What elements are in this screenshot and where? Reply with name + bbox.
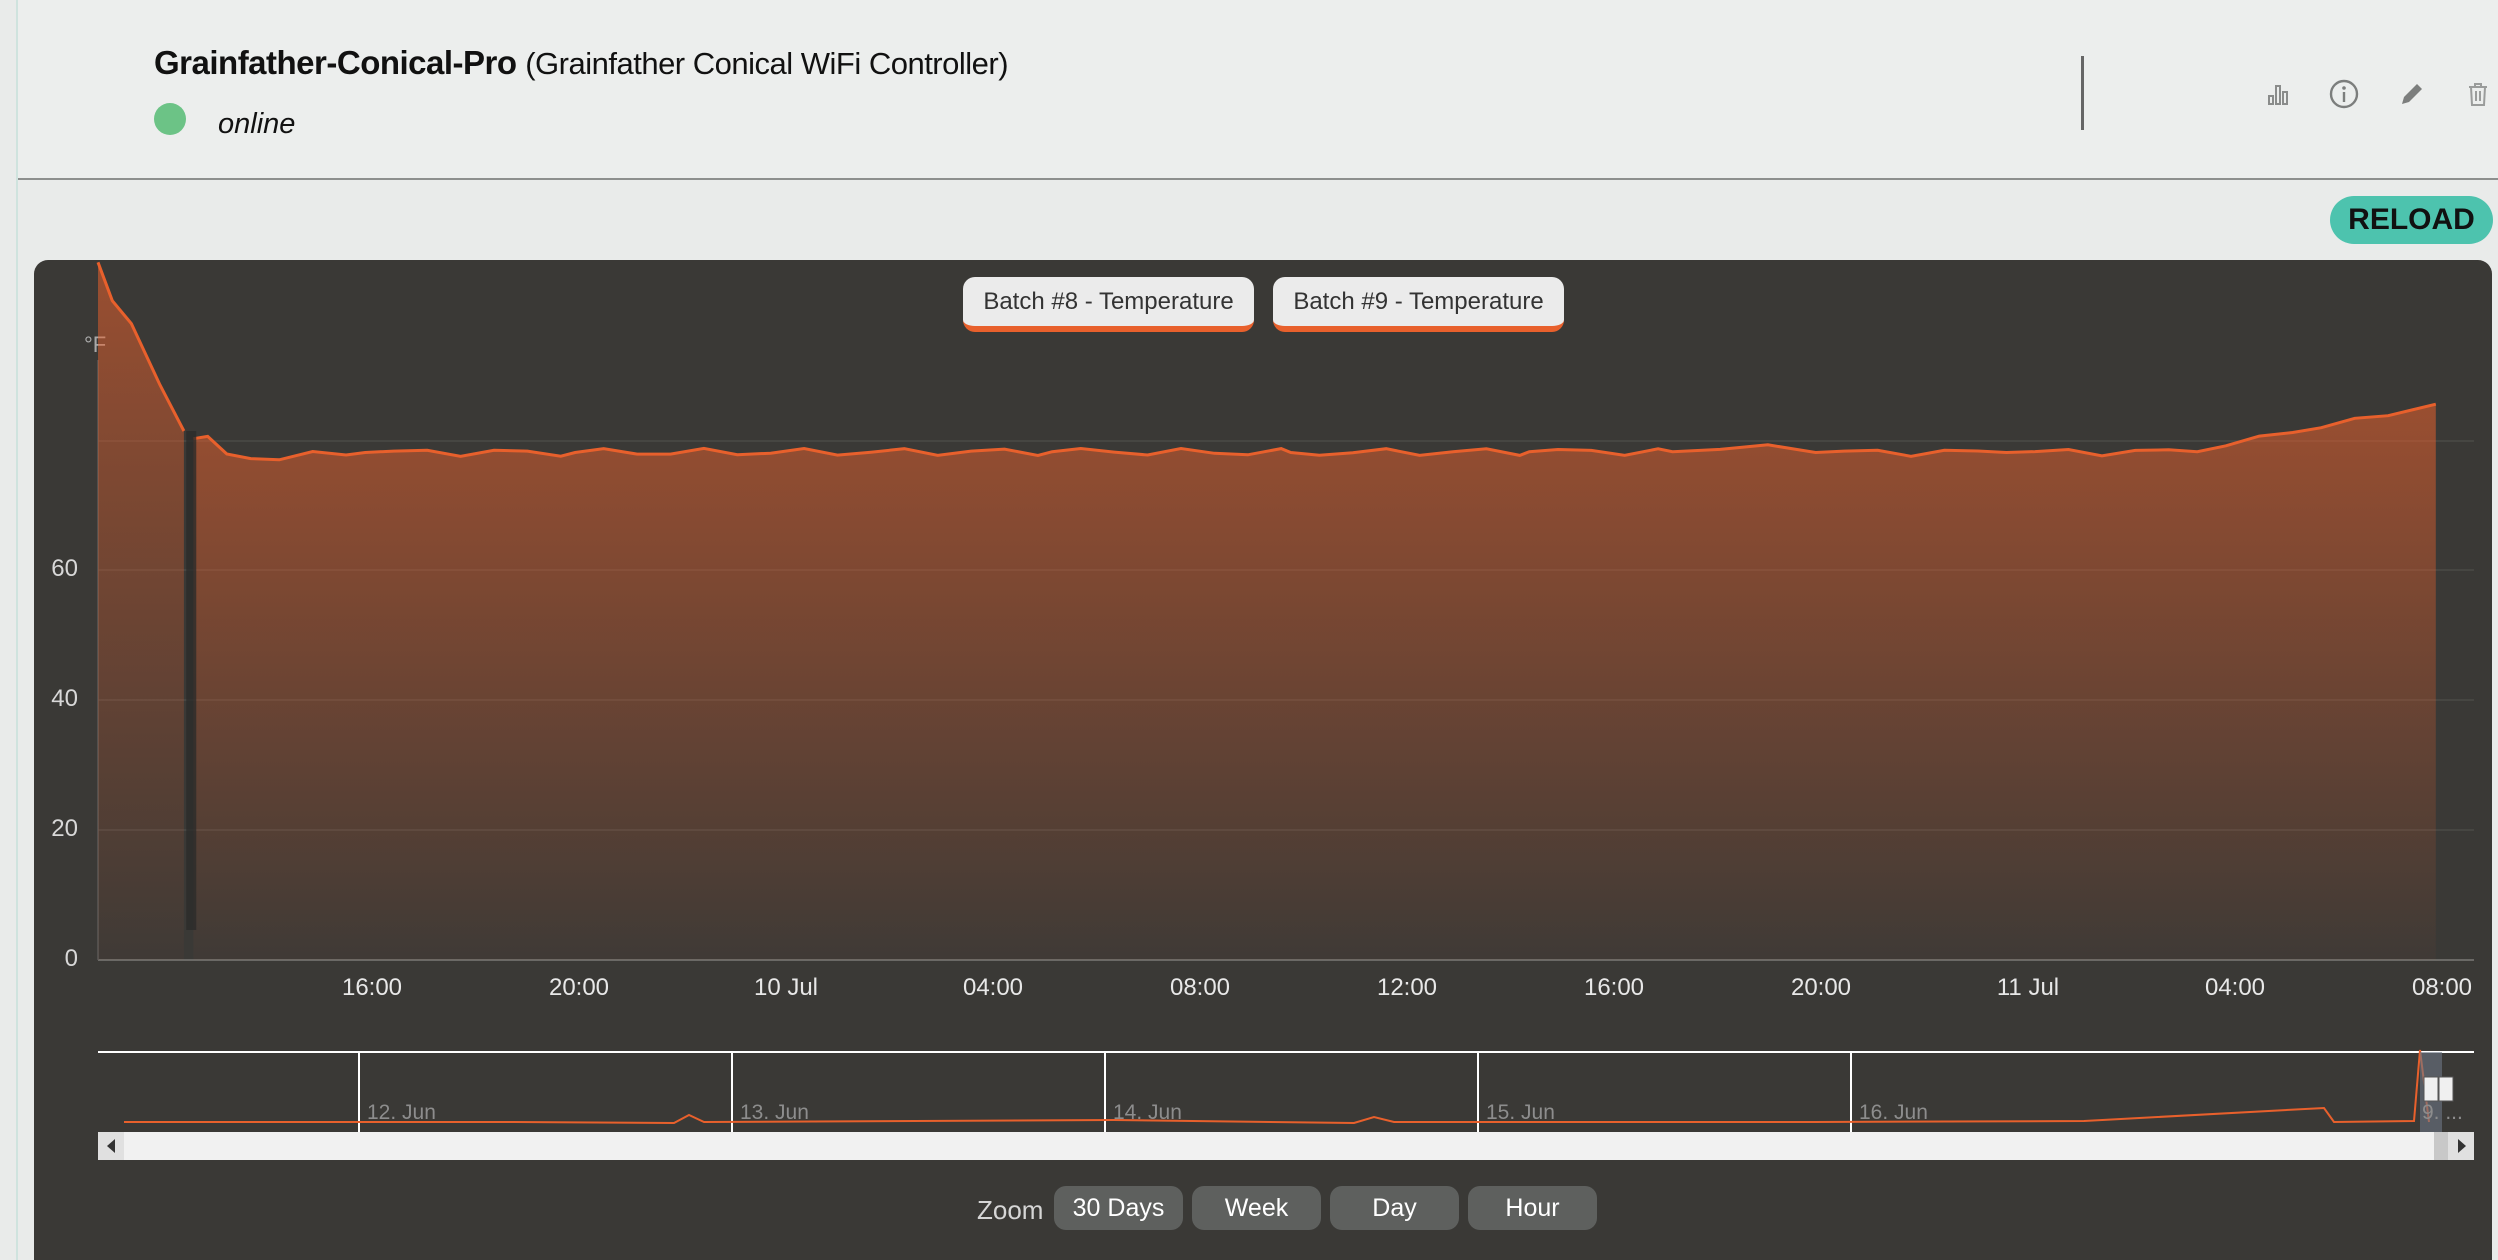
zoom-hour-button[interactable]: Hour [1468, 1186, 1597, 1230]
zoom-label: Zoom [977, 1195, 1044, 1225]
status-text: online [218, 108, 296, 140]
navigator-handle[interactable] [2423, 1076, 2439, 1102]
pencil-icon[interactable] [2394, 76, 2430, 112]
navigator-handle[interactable] [2438, 1076, 2454, 1102]
series-batch-9-line[interactable] [193, 402, 2437, 462]
series-batch-8-area [98, 262, 184, 960]
device-header: Grainfather-Conical-Pro (Grainfather Con… [18, 0, 2498, 180]
navigator-label: 16. Jun [1859, 1101, 1928, 1124]
reload-button[interactable]: RELOAD [2330, 196, 2493, 244]
scrollbar-thumb[interactable] [2434, 1132, 2450, 1160]
trash-icon[interactable] [2460, 76, 2496, 112]
navigator-label: 12. Jun [367, 1101, 436, 1124]
navigator-series [124, 1049, 2430, 1125]
navigator-label: 15. Jun [1486, 1101, 1555, 1124]
chart-panel: Batch #8 - Temperature Batch #9 - Temper… [34, 260, 2492, 1260]
device-name: Grainfather-Conical-Pro [154, 44, 517, 81]
device-model: (Grainfather Conical WiFi Controller) [525, 46, 1009, 81]
navigator[interactable] [98, 1049, 2474, 1160]
status-indicator-dot [154, 103, 186, 135]
series-batch-9-area [193, 404, 2436, 960]
scrollbar-track[interactable] [98, 1132, 2474, 1160]
navigator-label: 14. Jun [1113, 1101, 1182, 1124]
info-icon[interactable] [2326, 76, 2362, 112]
device-title: Grainfather-Conical-Pro (Grainfather Con… [154, 44, 1009, 82]
header-divider [2081, 56, 2084, 130]
zoom-day-button[interactable]: Day [1330, 1186, 1459, 1230]
left-accent-border [16, 0, 18, 1260]
zoom-week-button[interactable]: Week [1192, 1186, 1321, 1230]
navigator-label: 9. ... [2422, 1101, 2463, 1124]
bar-chart-icon[interactable] [2260, 76, 2296, 112]
data-gap [186, 431, 197, 930]
zoom-30-days-button[interactable]: 30 Days [1054, 1186, 1183, 1230]
navigator-label: 13. Jun [740, 1101, 809, 1124]
